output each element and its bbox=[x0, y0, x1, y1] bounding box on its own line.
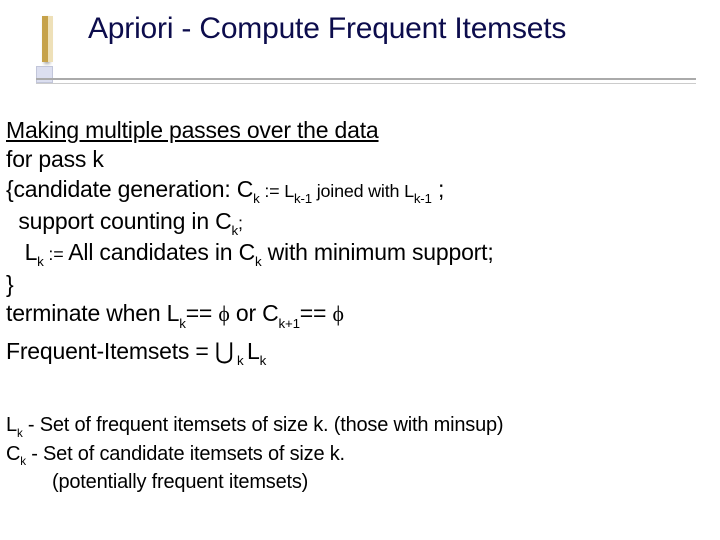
line-terminate: terminate when Lk== ϕ or Ck+1== ϕ bbox=[6, 299, 706, 331]
title-area: Apriori - Compute Frequent Itemsets bbox=[0, 0, 720, 46]
notes-block: Lk - Set of frequent itemsets of size k.… bbox=[6, 412, 706, 496]
note-lk: Lk - Set of frequent itemsets of size k.… bbox=[6, 412, 706, 441]
slide-title: Apriori - Compute Frequent Itemsets bbox=[88, 12, 720, 46]
line-support-count: support counting in Ck; bbox=[6, 207, 706, 239]
line-brace-close: } bbox=[6, 270, 706, 299]
title-divider bbox=[36, 78, 696, 84]
slide: Apriori - Compute Frequent Itemsets Maki… bbox=[0, 0, 720, 540]
phi-icon: ϕ bbox=[218, 302, 229, 326]
line-candidate-gen: {candidate generation: Ck := Lk-1 joined… bbox=[6, 175, 706, 207]
line-for-pass: for pass k bbox=[6, 145, 706, 174]
body-text: Making multiple passes over the data for… bbox=[6, 116, 706, 369]
union-icon: ⋃ bbox=[215, 339, 234, 364]
line-lk-assign: Lk := All candidates in Ck with minimum … bbox=[6, 238, 706, 270]
phi-icon: ϕ bbox=[332, 302, 343, 326]
line-frequent-itemsets: Frequent-Itemsets = ⋃ k Lk bbox=[6, 337, 706, 369]
note-ck-cont: (potentially frequent itemsets) bbox=[6, 469, 706, 496]
note-ck: Ck - Set of candidate itemsets of size k… bbox=[6, 441, 706, 470]
body-heading: Making multiple passes over the data bbox=[6, 117, 379, 143]
